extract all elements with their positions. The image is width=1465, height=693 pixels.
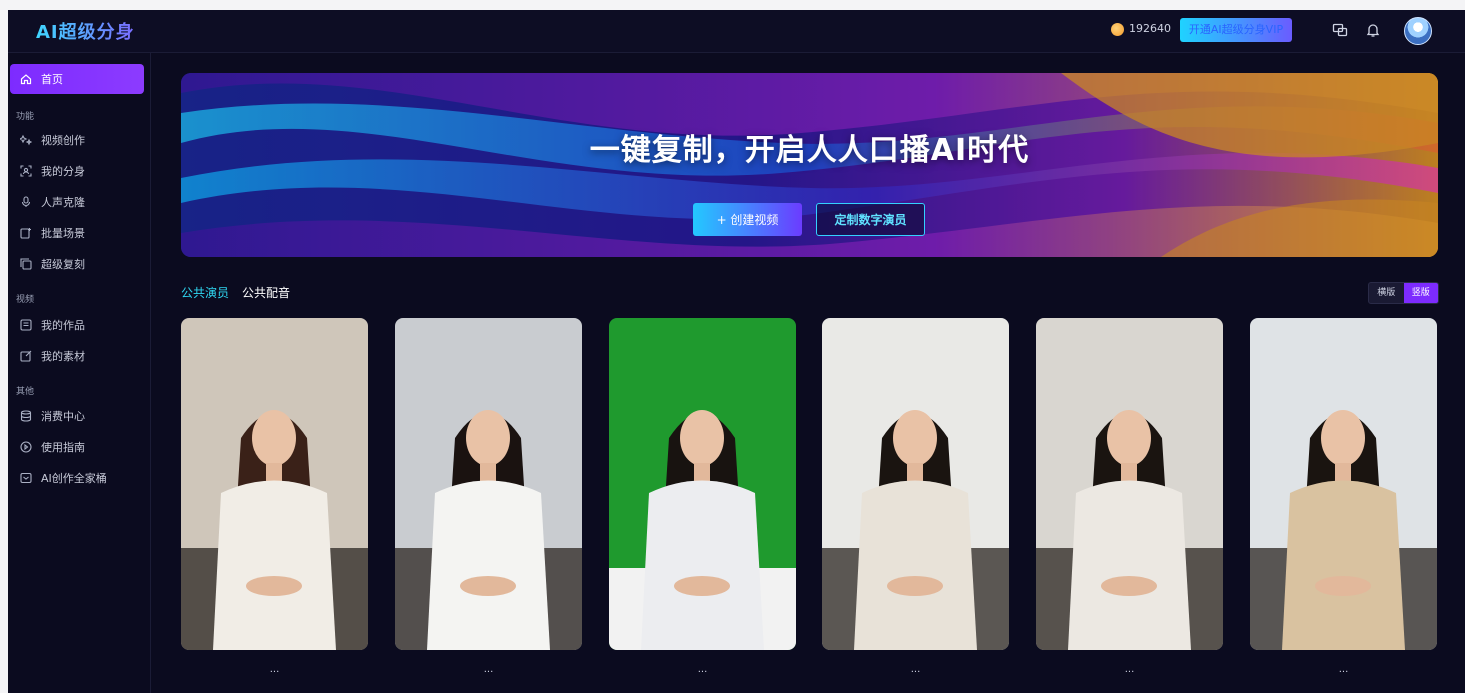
actor-card[interactable] — [1036, 318, 1223, 650]
sidebar-item-home[interactable]: 首页 — [10, 64, 144, 94]
sidebar-item-my-works[interactable]: 我的作品 — [10, 310, 144, 340]
sidebar-item-label: 消费中心 — [41, 410, 85, 423]
actor-card[interactable] — [395, 318, 582, 650]
sidebar-item-billing[interactable]: 消费中心 — [10, 401, 144, 431]
sidebar-item-label: 我的作品 — [41, 319, 85, 332]
works-icon — [20, 319, 32, 331]
actor-portrait — [609, 318, 796, 650]
actor-portrait — [395, 318, 582, 650]
home-icon — [20, 74, 32, 85]
section-label-other: 其他 — [16, 387, 35, 397]
custom-actor-button[interactable]: 定制数字演员 — [816, 203, 925, 236]
suite-box-icon — [20, 472, 32, 484]
scan-face-icon — [20, 165, 32, 177]
orientation-toggle: 横版 竖版 — [1368, 282, 1439, 304]
section-label-features: 功能 — [16, 112, 35, 122]
actor-name: ... — [1124, 664, 1135, 675]
actor-card[interactable] — [1250, 318, 1437, 650]
actor-portrait — [1250, 318, 1437, 650]
toggle-portrait[interactable]: 竖版 — [1403, 283, 1438, 303]
actor-name: ... — [910, 664, 921, 675]
user-avatar[interactable] — [1404, 17, 1432, 45]
actor-portrait — [181, 318, 368, 650]
sidebar-item-batch-scene[interactable]: 批量场景 — [10, 218, 144, 248]
sidebar-item-ai-suite[interactable]: AI创作全家桶 — [10, 463, 144, 493]
vip-upgrade-button[interactable]: 开通AI超级分身VIP — [1180, 18, 1292, 42]
sidebar-item-label: AI创作全家桶 — [41, 472, 107, 485]
actor-card[interactable] — [822, 318, 1009, 650]
coin-icon — [1111, 23, 1124, 36]
sidebar-item-label: 人声克隆 — [41, 196, 85, 209]
hero-banner: 一键复制，开启人人口播AI时代 + 创建视频 定制数字演员 — [181, 73, 1438, 257]
sidebar-item-label: 批量场景 — [41, 227, 85, 240]
app-logo[interactable]: AI超级分身 — [36, 18, 135, 44]
actor-name: ... — [697, 664, 708, 675]
actor-portrait — [1036, 318, 1223, 650]
sidebar-item-label: 我的分身 — [41, 165, 85, 178]
sparkle-icon — [20, 134, 32, 146]
database-icon — [20, 410, 32, 422]
sidebar: 首页 功能 视频创作 我的分身 人声克隆 批量场景 超级复刻 视频 我的作品 我… — [8, 53, 151, 693]
sidebar-item-label: 超级复刻 — [41, 258, 85, 271]
create-video-button[interactable]: + 创建视频 — [693, 203, 802, 236]
bell-icon[interactable] — [1365, 22, 1381, 38]
material-edit-icon — [20, 350, 32, 362]
sidebar-item-label: 使用指南 — [41, 441, 85, 454]
sidebar-item-guide[interactable]: 使用指南 — [10, 432, 144, 462]
banner-title: 一键复制，开启人人口播AI时代 — [589, 133, 1030, 168]
coin-balance: 192640 — [1129, 22, 1171, 35]
actor-name: ... — [483, 664, 494, 675]
microphone-icon — [21, 196, 31, 207]
toggle-landscape[interactable]: 横版 — [1369, 283, 1404, 303]
sidebar-item-video-create[interactable]: 视频创作 — [10, 125, 144, 155]
sidebar-item-my-avatar[interactable]: 我的分身 — [10, 156, 144, 186]
tab-public-voices[interactable]: 公共配音 — [242, 284, 290, 301]
app-window: AI超级分身 192640 开通AI超级分身VIP 首页 功能 视频创作 我的分… — [8, 10, 1465, 693]
actor-name: ... — [269, 664, 280, 675]
actor-card[interactable] — [609, 318, 796, 650]
tab-public-actors[interactable]: 公共演员 — [181, 284, 229, 301]
play-circle-icon — [20, 441, 32, 453]
batch-add-icon — [20, 228, 31, 239]
sidebar-item-super-replicate[interactable]: 超级复刻 — [10, 249, 144, 279]
sidebar-item-label: 我的素材 — [41, 350, 85, 363]
actor-card[interactable] — [181, 318, 368, 650]
actor-name: ... — [1338, 664, 1349, 675]
sidebar-item-my-materials[interactable]: 我的素材 — [10, 341, 144, 371]
sidebar-item-label: 视频创作 — [41, 134, 85, 147]
top-bar: AI超级分身 192640 开通AI超级分身VIP — [8, 10, 1465, 53]
section-label-video: 视频 — [16, 295, 35, 305]
copy-icon — [20, 258, 32, 270]
actor-portrait — [822, 318, 1009, 650]
screen-share-icon[interactable] — [1332, 22, 1348, 38]
sidebar-item-voice-clone[interactable]: 人声克隆 — [10, 187, 144, 217]
sidebar-item-label: 首页 — [41, 73, 63, 86]
